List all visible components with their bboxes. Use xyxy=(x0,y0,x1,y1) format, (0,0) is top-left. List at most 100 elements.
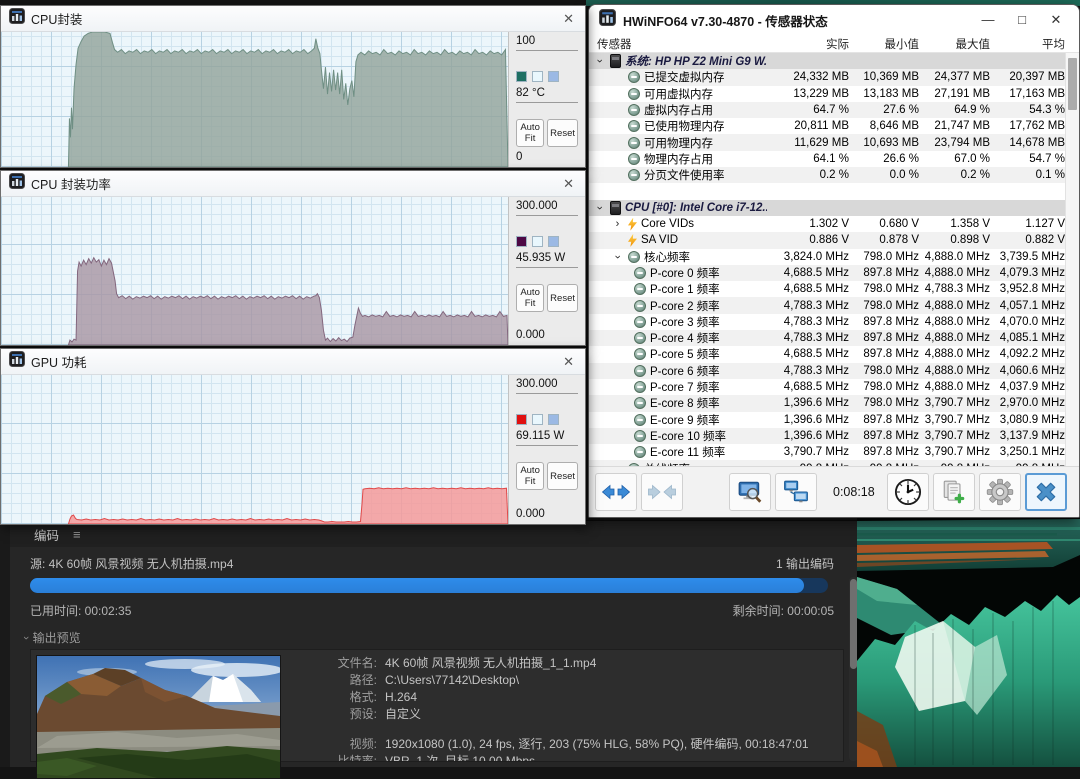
max-value: 4,888.0 MHz xyxy=(919,316,990,328)
current-value: 1.302 V xyxy=(767,218,849,230)
logging-report-button[interactable] xyxy=(933,473,975,511)
current-value: 20,811 MB xyxy=(767,120,849,132)
hwinfo-titlebar[interactable]: HWiNFO64 v7.30-4870 - 传感器状态 — □ ✕ xyxy=(589,5,1079,35)
close-sensors-button[interactable] xyxy=(1025,473,1067,511)
sensor-table-body: ›系统: HP HP Z2 Mini G9 W...已提交虚拟内存24,332 … xyxy=(589,53,1079,466)
sensor-label: 分页文件使用率 xyxy=(644,167,725,183)
expand-columns-button[interactable] xyxy=(595,473,637,511)
sensor-row[interactable]: P-core 5 频率4,688.5 MHz897.8 MHz4,888.0 M… xyxy=(589,346,1079,362)
sensor-row[interactable]: 虚拟内存占用64.7 %27.6 %64.9 %54.3 % xyxy=(589,102,1079,118)
close-icon[interactable]: ✕ xyxy=(560,11,577,27)
reset-button[interactable]: Reset xyxy=(547,284,578,312)
sensor-group-row[interactable]: ›CPU [#0]: Intel Core i7-12... xyxy=(589,200,1079,216)
video-preview-window[interactable] xyxy=(857,515,1080,767)
collapse-columns-button[interactable] xyxy=(641,473,683,511)
scrollbar-thumb[interactable] xyxy=(1068,58,1077,110)
encoding-panel-tab[interactable]: 编码 xyxy=(34,525,59,544)
clock-button[interactable] xyxy=(887,473,929,511)
column-header-avg[interactable]: 平均 xyxy=(990,36,1065,52)
detail-label: 路径: xyxy=(295,672,385,689)
chevron-down-icon: › xyxy=(20,636,32,640)
graph-titlebar[interactable]: CPU 封装功率 ✕ xyxy=(1,171,585,197)
current-value: 0.2 % xyxy=(767,169,849,181)
graph-title: CPU 封装功率 xyxy=(31,174,111,193)
current-value-label: 82 °C xyxy=(516,87,578,103)
sensor-gauge-icon xyxy=(634,348,646,360)
reset-button[interactable]: Reset xyxy=(547,119,578,147)
maximize-icon[interactable]: □ xyxy=(1005,12,1039,28)
series-swatches xyxy=(516,71,578,82)
device-chip-icon xyxy=(610,201,621,215)
remote-monitoring-button[interactable] xyxy=(775,473,817,511)
chevron-down-icon[interactable]: › xyxy=(595,55,605,68)
max-value: 4,888.0 MHz xyxy=(919,251,990,263)
min-value: 897.8 MHz xyxy=(849,316,919,328)
column-header-min[interactable]: 最小值 xyxy=(849,36,919,52)
auto-fit-button[interactable]: Auto Fit xyxy=(516,119,544,147)
sensor-row[interactable]: ›Core VIDs1.302 V0.680 V1.358 V1.127 V xyxy=(589,216,1079,232)
hwinfo-app-icon xyxy=(9,173,25,194)
sensor-row[interactable]: 物理内存占用64.1 %26.6 %67.0 %54.7 % xyxy=(589,151,1079,167)
sensor-row[interactable]: P-core 3 频率4,788.3 MHz897.8 MHz4,888.0 M… xyxy=(589,314,1079,330)
detail-label: 视频: xyxy=(295,736,385,753)
graph-window-cpu-package-temp: CPU封装 ✕ 100 82 °C Auto Fit Reset 0 xyxy=(0,5,586,168)
max-value: 27,191 MB xyxy=(919,88,990,100)
auto-fit-button[interactable]: Auto Fit xyxy=(516,462,544,490)
series-color-swatch xyxy=(516,71,527,82)
panel-menu-icon[interactable]: ≡ xyxy=(73,527,81,542)
sensor-label: 核心频率 xyxy=(644,249,690,265)
avg-value: 1.127 V xyxy=(990,218,1065,230)
close-icon[interactable]: ✕ xyxy=(1039,12,1073,28)
cpu-power-graph-plot[interactable] xyxy=(1,197,509,345)
chevron-right-icon[interactable]: › xyxy=(611,219,624,229)
sensor-row[interactable]: P-core 0 频率4,688.5 MHz897.8 MHz4,888.0 M… xyxy=(589,265,1079,281)
sensor-row[interactable]: P-core 4 频率4,788.3 MHz897.8 MHz4,888.0 M… xyxy=(589,330,1079,346)
graph-titlebar[interactable]: CPU封装 ✕ xyxy=(1,6,585,32)
settings-gear-button[interactable] xyxy=(979,473,1021,511)
sensor-row[interactable]: P-core 7 频率4,688.5 MHz798.0 MHz4,888.0 M… xyxy=(589,379,1079,395)
column-header-current[interactable]: 实际 xyxy=(767,36,849,52)
chevron-down-icon[interactable]: › xyxy=(595,201,605,214)
max-value: 3,790.7 MHz xyxy=(919,446,990,458)
sensor-row[interactable]: 总线频率99.8 MHz99.8 MHz99.8 MHz99.8 MHz xyxy=(589,460,1079,466)
scrollbar-thumb[interactable] xyxy=(850,579,857,669)
min-value: 8,646 MB xyxy=(849,120,919,132)
sensor-row[interactable]: E-core 8 频率1,396.6 MHz798.0 MHz3,790.7 M… xyxy=(589,395,1079,411)
sensor-row[interactable]: P-core 6 频率4,788.3 MHz798.0 MHz4,888.0 M… xyxy=(589,363,1079,379)
gpu-power-graph-plot[interactable] xyxy=(1,375,509,524)
column-header-sensor[interactable]: 传感器 xyxy=(589,36,767,52)
sensor-row[interactable]: 已使用物理内存20,811 MB8,646 MB21,747 MB17,762 … xyxy=(589,118,1079,134)
sensor-label: Core VIDs xyxy=(641,218,694,230)
close-icon[interactable]: ✕ xyxy=(560,176,577,192)
sensor-row[interactable]: P-core 2 频率4,788.3 MHz798.0 MHz4,888.0 M… xyxy=(589,297,1079,313)
sensor-row[interactable]: 已提交虚拟内存24,332 MB10,369 MB24,377 MB20,397… xyxy=(589,69,1079,85)
sensor-row[interactable]: ›核心频率3,824.0 MHz798.0 MHz4,888.0 MHz3,73… xyxy=(589,249,1079,265)
avg-value: 54.3 % xyxy=(990,104,1065,116)
sensor-row[interactable]: 可用虚拟内存13,229 MB13,183 MB27,191 MB17,163 … xyxy=(589,86,1079,102)
avg-value: 17,762 MB xyxy=(990,120,1065,132)
sensor-row[interactable]: E-core 10 频率1,396.6 MHz897.8 MHz3,790.7 … xyxy=(589,428,1079,444)
graph-titlebar[interactable]: GPU 功耗 ✕ xyxy=(1,349,585,375)
table-scrollbar[interactable] xyxy=(1065,53,1079,466)
sensor-row[interactable]: P-core 1 频率4,688.5 MHz798.0 MHz4,788.3 M… xyxy=(589,281,1079,297)
current-value: 4,688.5 MHz xyxy=(767,381,849,393)
chevron-down-icon[interactable]: › xyxy=(613,250,623,263)
sensor-row[interactable]: E-core 11 频率3,790.7 MHz897.8 MHz3,790.7 … xyxy=(589,444,1079,460)
sensor-row[interactable]: 可用物理内存11,629 MB10,693 MB23,794 MB14,678 … xyxy=(589,134,1079,150)
output-preview-header[interactable]: › 输出预览 xyxy=(24,629,81,646)
close-icon[interactable]: ✕ xyxy=(560,354,577,370)
series-color-swatch xyxy=(516,414,527,425)
max-value: 64.9 % xyxy=(919,104,990,116)
sensor-row[interactable]: E-core 9 频率1,396.6 MHz897.8 MHz3,790.7 M… xyxy=(589,412,1079,428)
sensor-row[interactable]: 分页文件使用率0.2 %0.0 %0.2 %0.1 % xyxy=(589,167,1079,183)
temp-graph-plot[interactable] xyxy=(1,32,509,167)
column-header-max[interactable]: 最大值 xyxy=(919,36,990,52)
minimize-icon[interactable]: — xyxy=(971,12,1005,28)
current-value: 1,396.6 MHz xyxy=(767,397,849,409)
sensor-row[interactable]: SA VID0.886 V0.878 V0.898 V0.882 V xyxy=(589,232,1079,248)
auto-fit-button[interactable]: Auto Fit xyxy=(516,284,544,312)
hwinfo-toolbar: 0:08:18 xyxy=(589,466,1079,517)
reset-button[interactable]: Reset xyxy=(547,462,578,490)
sensor-group-row[interactable]: ›系统: HP HP Z2 Mini G9 W... xyxy=(589,53,1079,69)
system-summary-button[interactable] xyxy=(729,473,771,511)
